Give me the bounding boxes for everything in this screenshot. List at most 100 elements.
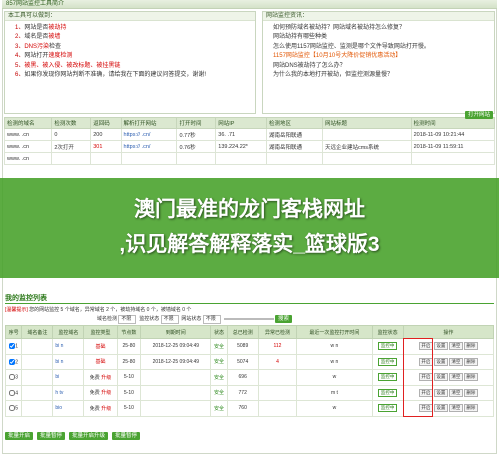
row-number: 1 (15, 343, 19, 350)
info-panel: 网站监控资讯： 如何预防域名被劫持？网站域名被劫持怎么修复？ 网站劫持有哪些种类怎… (262, 11, 495, 114)
filter-domain-label: 域名检测 (97, 316, 118, 322)
test-cell: https:// .cn/ (120, 128, 178, 141)
column-header: 检测的域名 (3, 117, 53, 129)
column-header: 解析打开网站 (120, 117, 178, 129)
column-header: 状态 (210, 325, 228, 339)
monitor-status-tag[interactable]: 监控中 (377, 342, 398, 351)
total-checks: 5074 (226, 353, 259, 370)
column-header: 最近一次监控打开时间 (296, 325, 373, 339)
feature-highlight: 被劫持 (48, 25, 67, 31)
monitor-status-tag[interactable]: 监控中 (377, 357, 398, 366)
open-site-button[interactable]: 打开网站 (464, 111, 493, 119)
total-checks: 760 (226, 400, 259, 417)
test-cell: 0 (51, 128, 92, 141)
monitored-domain[interactable]: bi n (52, 338, 85, 355)
news-item[interactable]: 怎么使用1157网站监控、监测是哪个文件导致网站打开慢。 (273, 43, 494, 52)
site-status: 安全 (210, 338, 228, 355)
column-header: 返回码 (90, 117, 122, 129)
action-button[interactable]: 清空 (448, 404, 463, 413)
news-item[interactable]: 网站劫持有哪些种类 (273, 33, 494, 42)
news-item[interactable]: 为什么我的本地打开被劫，但监控测源量慢？ (273, 71, 494, 80)
filter-monitor-select[interactable]: 不限 (160, 315, 179, 324)
bulk-button[interactable]: 批量开启升级 (69, 432, 109, 440)
total-checks: 772 (226, 384, 259, 401)
page-title: 857网站监控工具简介 (6, 1, 65, 7)
upgrade-link[interactable]: 升级 (100, 375, 111, 381)
overlay-line-1: 澳门最准的龙门客栈网址 (134, 198, 365, 221)
search-button[interactable]: 搜索 (274, 315, 292, 323)
notice-label: [温馨提示] (5, 307, 28, 313)
test-cell (321, 152, 412, 165)
monitor-status-tag[interactable]: 监控中 (377, 373, 398, 382)
monitored-domain[interactable]: h tv (52, 384, 85, 401)
monitor-status: 监控中 (371, 384, 404, 401)
type-label: 基础 (95, 359, 106, 366)
info-header: 网站监控资讯： (263, 12, 494, 21)
monitor-status: 监控中 (371, 338, 404, 355)
upgrade-link[interactable]: 升级 (100, 390, 111, 396)
action-button[interactable]: 删除 (463, 388, 478, 397)
type-label: 基础 (95, 343, 106, 350)
test-cell (176, 152, 217, 165)
row-number: 2 (15, 358, 19, 365)
row-number: 5 (15, 405, 19, 412)
action-button[interactable]: 设置 (433, 342, 448, 351)
monitored-domain[interactable]: bi n (52, 353, 85, 370)
node-count: 5-10 (116, 400, 142, 417)
action-button[interactable]: 设置 (433, 357, 448, 366)
action-button[interactable]: 设置 (433, 404, 448, 413)
feature-item: 3、DNS污染检查 (15, 43, 255, 52)
monitor-status: 监控中 (371, 369, 404, 386)
upgrade-link[interactable]: 升级 (100, 406, 111, 412)
row-number: 4 (15, 389, 19, 396)
monitored-domain[interactable]: bi (52, 369, 85, 386)
test-cell (266, 152, 323, 165)
news-item[interactable]: 如何预防域名被劫持？网站域名被劫持怎么修复？ (273, 24, 494, 33)
last-check: w (296, 400, 373, 417)
test-cell: www. .cn (3, 128, 53, 141)
column-header: 序号 (4, 325, 23, 339)
row-select: 5 (4, 400, 23, 417)
abnormal-checks (257, 384, 298, 401)
bulk-button[interactable]: 批量开启 (5, 432, 34, 440)
action-button[interactable]: 删除 (463, 357, 478, 366)
expire-time: 2018-12-25 09:04:49 (140, 338, 212, 355)
column-header: 打开时间 (176, 117, 217, 129)
news-item[interactable]: 网站DNS被劫持了怎么办？ (273, 62, 494, 71)
test-cell: 湖南岳阳联通 (266, 128, 323, 141)
abnormal-checks (257, 369, 298, 386)
total-checks: 5089 (226, 338, 259, 355)
bulk-button[interactable]: 批量暂停 (37, 432, 66, 440)
feature-num: 1、 (15, 25, 25, 31)
action-button[interactable]: 删除 (463, 404, 478, 413)
domain-note (21, 353, 54, 370)
filter-site-select[interactable]: 不限 (202, 315, 221, 324)
action-button[interactable]: 清空 (448, 373, 463, 382)
node-count: 25-80 (116, 338, 142, 355)
filter-site-label: 网站状态 (181, 316, 202, 322)
monitor-status-tag[interactable]: 监控中 (377, 404, 398, 413)
column-header: 网站标题 (321, 117, 412, 129)
action-button[interactable]: 清空 (448, 357, 463, 366)
bulk-button[interactable]: 批量暂停 (112, 432, 141, 440)
monitor-status-tag[interactable]: 监控中 (377, 388, 398, 397)
node-count: 5-10 (116, 384, 142, 401)
feature-num: 6、 (15, 72, 25, 79)
action-button[interactable]: 删除 (463, 342, 478, 351)
test-cell (51, 152, 92, 165)
test-cell: 301 (90, 140, 122, 153)
action-button[interactable]: 设置 (433, 388, 448, 397)
test-row: www. .cn 2次打开 301 https:// .cn/0.76秒 139.224… (3, 140, 496, 153)
filter-domain-select[interactable]: 不限 (118, 315, 137, 324)
feature-text: 域名是否 (24, 34, 49, 41)
abnormal-checks: 4 (257, 353, 298, 370)
action-button[interactable]: 清空 (448, 342, 463, 351)
action-button[interactable]: 删除 (463, 373, 478, 382)
site-status: 安全 (210, 369, 228, 386)
news-item[interactable]: 1157网站监控【10月10号大降价促销优惠活动】 (273, 52, 494, 61)
action-button[interactable]: 清空 (448, 388, 463, 397)
monitored-domain[interactable]: bio (52, 400, 85, 417)
search-input[interactable] (223, 318, 274, 320)
monitor-status-highlight (403, 338, 433, 417)
action-button[interactable]: 设置 (433, 373, 448, 382)
